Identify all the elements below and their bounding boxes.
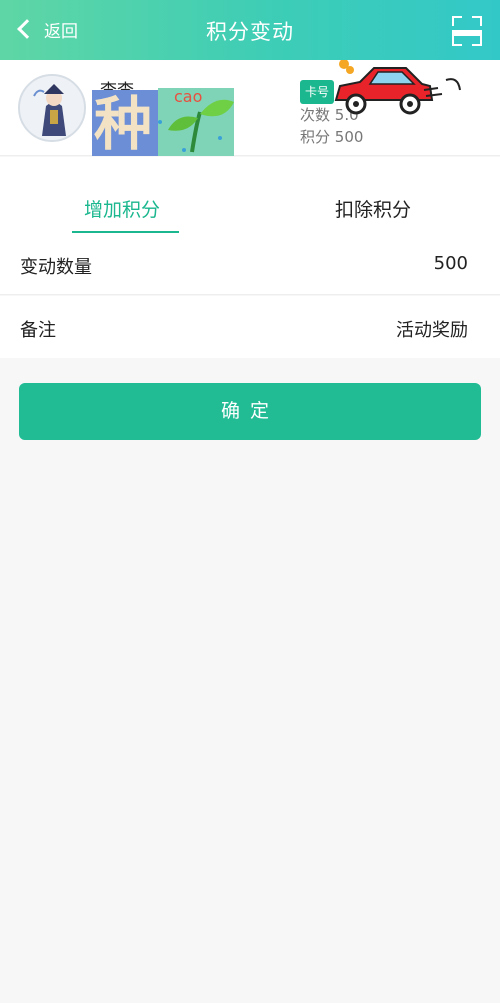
points-row: 积分 500	[300, 126, 363, 148]
visits-label: 次数	[300, 106, 331, 124]
member-card: 李李 种 cao 卡号 次数 5.0 积分 500	[0, 60, 500, 158]
sticker-caption: cao	[174, 87, 202, 106]
car-sticker-icon	[334, 60, 461, 115]
amount-input[interactable]: 500	[434, 253, 468, 274]
amount-label: 变动数量	[20, 257, 92, 278]
page-title: 积分变动	[206, 20, 294, 44]
tab-deduct-points[interactable]: 扣除积分	[335, 195, 411, 222]
top-nav-bar: 返回 积分变动	[0, 0, 500, 60]
sticker-char: 种	[94, 90, 152, 158]
amount-row[interactable]: 变动数量 500	[0, 237, 500, 295]
remark-input[interactable]: 活动奖励	[396, 316, 468, 342]
active-tab-indicator	[72, 231, 179, 233]
points-value: 500	[334, 128, 364, 146]
sprout-sticker-icon: 种 cao	[92, 87, 234, 158]
card-tag: 卡号	[300, 80, 335, 104]
avatar-illustration-icon	[20, 76, 84, 140]
scan-icon[interactable]	[452, 16, 482, 46]
remark-label: 备注	[20, 320, 56, 341]
points-label: 积分	[300, 128, 331, 146]
remark-row[interactable]: 备注 活动奖励	[0, 296, 500, 358]
confirm-button[interactable]: 确定	[19, 383, 481, 440]
avatar	[18, 74, 86, 142]
tab-add-points[interactable]: 增加积分	[84, 195, 160, 222]
points-tabs: 增加积分 扣除积分	[0, 157, 500, 237]
